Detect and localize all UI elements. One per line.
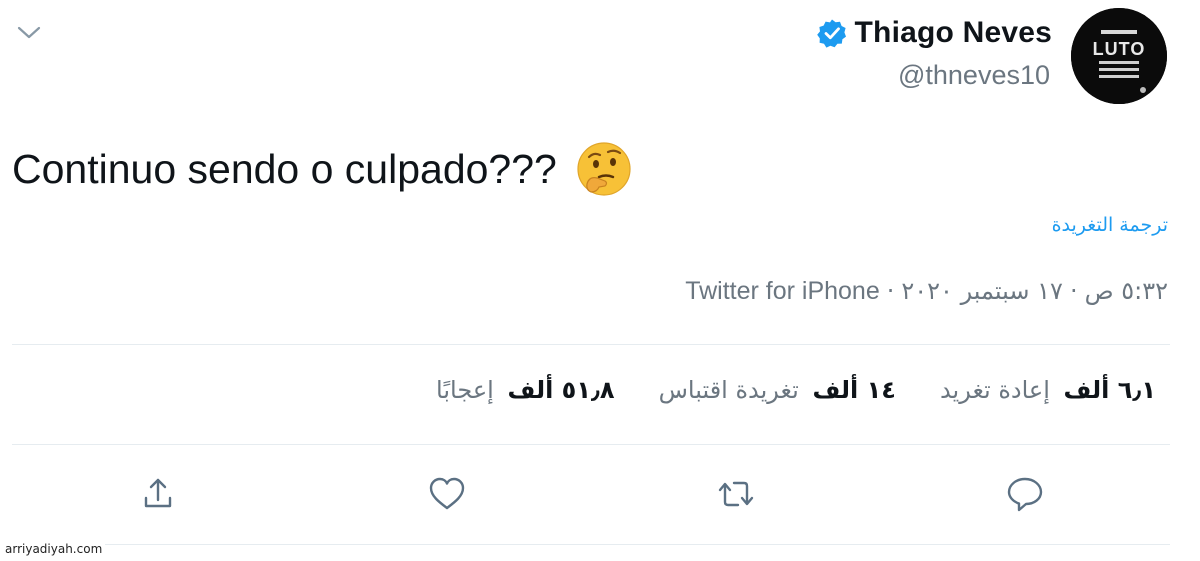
verified-badge-icon — [816, 19, 846, 48]
thinking-face-icon — [577, 142, 631, 196]
likes-label: إعجابًا — [436, 376, 494, 404]
heart-icon — [429, 477, 465, 510]
tweet-text: Continuo sendo o culpado??? — [12, 145, 557, 192]
author-name-row: Thiago Neves — [816, 16, 1052, 50]
retweets-count: ٦٫١ ألف — [1063, 376, 1156, 404]
translate-tweet-link[interactable]: ترجمة التغريدة — [1052, 214, 1168, 236]
watermark-text: arriyadiyah.com — [2, 541, 106, 557]
reply-button[interactable] — [1003, 472, 1047, 516]
share-button[interactable] — [136, 472, 180, 516]
meta-separator: · — [886, 277, 895, 305]
divider — [12, 344, 1170, 345]
tweet-metadata: ٥:٣٢ ص·١٧ سبتمبر ٢٠٢٠·Twitter for iPhone — [685, 277, 1168, 306]
avatar[interactable]: LUTO — [1071, 8, 1167, 104]
share-icon — [144, 478, 172, 508]
retweets-label: إعادة تغريد — [939, 376, 1050, 404]
retweet-button[interactable] — [714, 472, 758, 516]
retweets-stat[interactable]: ٦٫١ ألف إعادة تغريد — [940, 376, 1156, 404]
quote-tweets-label: تغريدة اقتباس — [658, 376, 799, 404]
tweet-body: Continuo sendo o culpado??? — [12, 140, 633, 198]
author-handle[interactable]: @thneves10 — [898, 60, 1050, 91]
quote-tweets-count: ١٤ ألف — [812, 376, 896, 404]
retweet-icon — [718, 481, 754, 507]
avatar-text: LUTO — [1093, 39, 1146, 59]
engagement-stats: ٦٫١ ألف إعادة تغريد ١٤ ألف تغريدة اقتباس… — [436, 376, 1156, 404]
likes-stat[interactable]: ٥١٫٨ ألف إعجابًا — [436, 376, 615, 404]
meta-separator: · — [1069, 277, 1078, 305]
reply-icon — [1007, 477, 1043, 512]
author-display-name[interactable]: Thiago Neves — [855, 16, 1052, 50]
quote-tweets-stat[interactable]: ١٤ ألف تغريدة اقتباس — [659, 376, 896, 404]
tweet-source[interactable]: Twitter for iPhone — [685, 277, 880, 305]
like-button[interactable] — [425, 472, 469, 516]
tweet-time[interactable]: ٥:٣٢ ص — [1085, 277, 1168, 305]
likes-count: ٥١٫٨ ألف — [507, 376, 615, 404]
chevron-down-icon[interactable] — [14, 22, 44, 44]
divider — [12, 544, 1170, 545]
tweet-date[interactable]: ١٧ سبتمبر ٢٠٢٠ — [901, 277, 1063, 305]
divider — [12, 444, 1170, 445]
